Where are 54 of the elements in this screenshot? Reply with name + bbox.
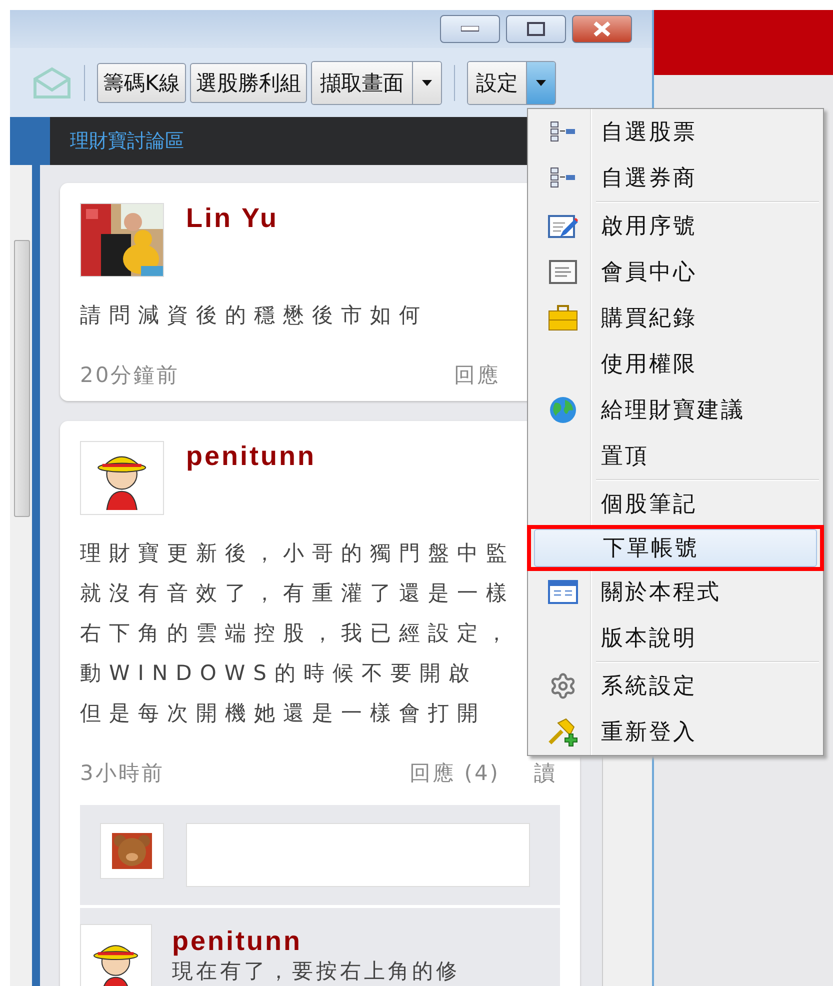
menu-item[interactable]: 系統設定 — [532, 665, 819, 707]
minimize-button[interactable] — [440, 15, 500, 43]
menu-item[interactable]: 置頂 — [532, 435, 819, 477]
list-icon — [550, 121, 576, 143]
document-icon — [549, 260, 577, 284]
menu-item[interactable]: 個股筆記 — [532, 483, 819, 525]
comment-field[interactable] — [186, 823, 530, 887]
close-button[interactable] — [572, 15, 632, 43]
author-name: Lin Yu — [186, 203, 279, 235]
settings-icon — [549, 672, 577, 700]
author-name: penitunn — [172, 926, 303, 957]
read-link[interactable]: 讀 — [534, 761, 557, 785]
menu-item[interactable]: 啟用序號 — [532, 205, 819, 247]
menu-item[interactable]: 自選股票 — [532, 111, 819, 153]
reply-link[interactable]: 回應 (4) — [410, 759, 500, 787]
reply-link[interactable]: 回應 — [454, 361, 500, 389]
edit-icon — [548, 213, 578, 239]
menu-item[interactable]: 下單帳號 — [534, 529, 817, 567]
post-time: 20分鐘前 — [80, 362, 180, 389]
key-plus-icon — [548, 717, 578, 747]
minimize-icon — [461, 26, 479, 32]
menu-item[interactable]: 購買紀錄 — [532, 297, 819, 339]
post-text: 理財寶更新後，小哥的獨門盤中監 — [80, 540, 515, 567]
toolbar-button[interactable]: 籌碼K線 — [97, 62, 186, 102]
settings-split-button[interactable]: 設定 — [466, 60, 556, 104]
maximize-icon — [527, 22, 545, 36]
menu-item[interactable]: 會員中心 — [532, 251, 819, 293]
split-button[interactable]: 擷取畫面 — [310, 60, 442, 104]
post-text: 動WINDOWS的時候不要開啟 — [80, 660, 478, 687]
toolbar-button[interactable]: 選股勝利組 — [190, 62, 307, 102]
close-icon — [592, 21, 612, 37]
menu-item[interactable]: 使用權限 — [532, 343, 819, 385]
author-name: penitunn — [186, 441, 316, 473]
briefcase-icon — [548, 305, 578, 331]
menu-item[interactable]: 給理財寶建議 — [532, 389, 819, 431]
menu-item[interactable]: 自選券商 — [532, 157, 819, 199]
post-text: 就沒有音效了，有重灌了還是一樣 — [80, 580, 515, 607]
maximize-button[interactable] — [506, 15, 566, 43]
window-icon — [548, 580, 578, 604]
post-text: 但是每次開機她還是一樣會打開 — [80, 700, 486, 727]
avatar-bear — [112, 833, 152, 869]
post-text: 右下角的雲端控股，我已經設定， — [80, 620, 515, 647]
menu-item[interactable]: 版本說明 — [532, 617, 819, 659]
post-time: 3小時前 — [80, 760, 164, 787]
menu-item[interactable]: 關於本程式 — [532, 571, 819, 613]
post-text: 請問減資後的穩懋後市如何 — [80, 302, 428, 329]
toolbar-button[interactable]: 擷取畫面 — [312, 62, 413, 104]
forum-title: 理財寶討論區 — [69, 129, 184, 154]
menu-item[interactable]: 重新登入 — [532, 711, 819, 753]
settings-button[interactable]: 設定 — [468, 62, 527, 104]
scrollbar-thumb[interactable] — [14, 240, 30, 517]
globe-icon — [549, 396, 577, 424]
reply-text: 現在有了，要按右上角的修 — [172, 958, 460, 985]
list-icon — [550, 167, 576, 189]
